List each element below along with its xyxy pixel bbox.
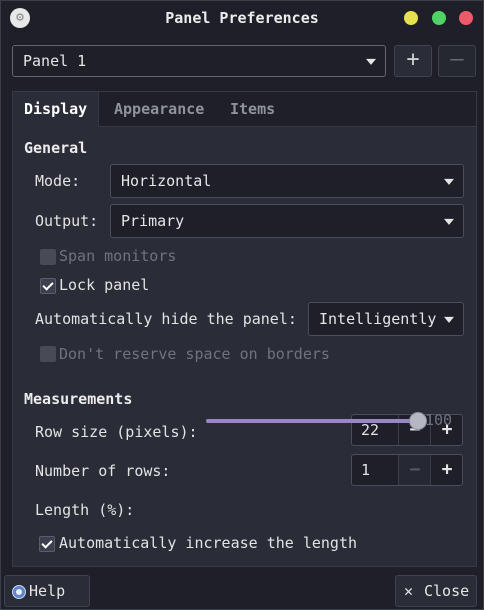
close-window-button[interactable] [459,11,473,25]
row-size-label: Row size (pixels): [35,423,198,441]
panel-select-value: Panel 1 [23,52,87,70]
chevron-down-icon [444,178,454,185]
help-icon [12,585,26,599]
span-monitors-checkbox[interactable] [40,249,56,265]
panel-select[interactable]: Panel 1 [12,45,386,77]
lock-panel-label: Lock panel [59,276,150,294]
auto-increase-length-label: Automatically increase the length [59,534,358,552]
output-label: Output: [35,212,99,230]
autohide-select[interactable]: Intelligently [308,302,464,336]
remove-panel-button[interactable]: — [438,45,476,77]
close-icon: ✕ [404,582,414,600]
panel-preferences-window: ⚙ Panel Preferences Panel 1 + — Display … [0,0,484,610]
auto-increase-length-checkbox[interactable] [39,536,55,552]
autohide-label: Automatically hide the panel: [35,310,297,328]
chevron-down-icon [366,58,376,65]
number-of-rows-value[interactable]: 1 [361,461,370,479]
maximize-button[interactable] [432,11,446,25]
dont-reserve-label: Don't reserve space on borders [59,345,330,363]
chevron-down-icon [444,316,454,323]
lock-panel-checkbox[interactable] [40,278,56,294]
number-of-rows-decrease-button[interactable]: − [398,455,431,485]
autohide-select-value: Intelligently [319,310,437,328]
add-panel-button[interactable]: + [394,45,432,77]
dont-reserve-checkbox[interactable] [40,346,56,362]
preferences-notebook: Display Appearance Items General Mode: H… [12,91,477,567]
minimize-button[interactable] [404,11,418,25]
row-size-value[interactable]: 22 [361,421,379,439]
tab-bar: Display Appearance Items [13,92,476,127]
close-button-label: Close [424,582,470,600]
title-bar[interactable]: ⚙ Panel Preferences [1,1,483,37]
help-button[interactable]: Help [4,575,90,607]
number-of-rows-increase-button[interactable]: + [430,455,463,485]
length-label: Length (%): [35,501,135,519]
general-heading: General [24,139,88,157]
output-select[interactable]: Primary [110,204,464,238]
help-button-label: Help [29,582,66,600]
length-value: 100 [425,411,453,429]
number-of-rows-spinner: 1 − + [351,454,463,486]
close-button[interactable]: ✕ Close [395,575,477,607]
length-slider-track[interactable] [206,419,416,423]
tab-appearance[interactable]: Appearance [103,92,215,126]
tab-display[interactable]: Display [13,92,100,127]
mode-select-value: Horizontal [121,172,212,190]
chevron-down-icon [444,218,454,225]
number-of-rows-label: Number of rows: [35,462,171,480]
mode-label: Mode: [35,172,81,190]
span-monitors-label: Span monitors [59,247,177,265]
measurements-heading: Measurements [24,390,133,408]
tab-items[interactable]: Items [219,92,286,126]
mode-select[interactable]: Horizontal [110,164,464,198]
output-select-value: Primary [121,212,185,230]
